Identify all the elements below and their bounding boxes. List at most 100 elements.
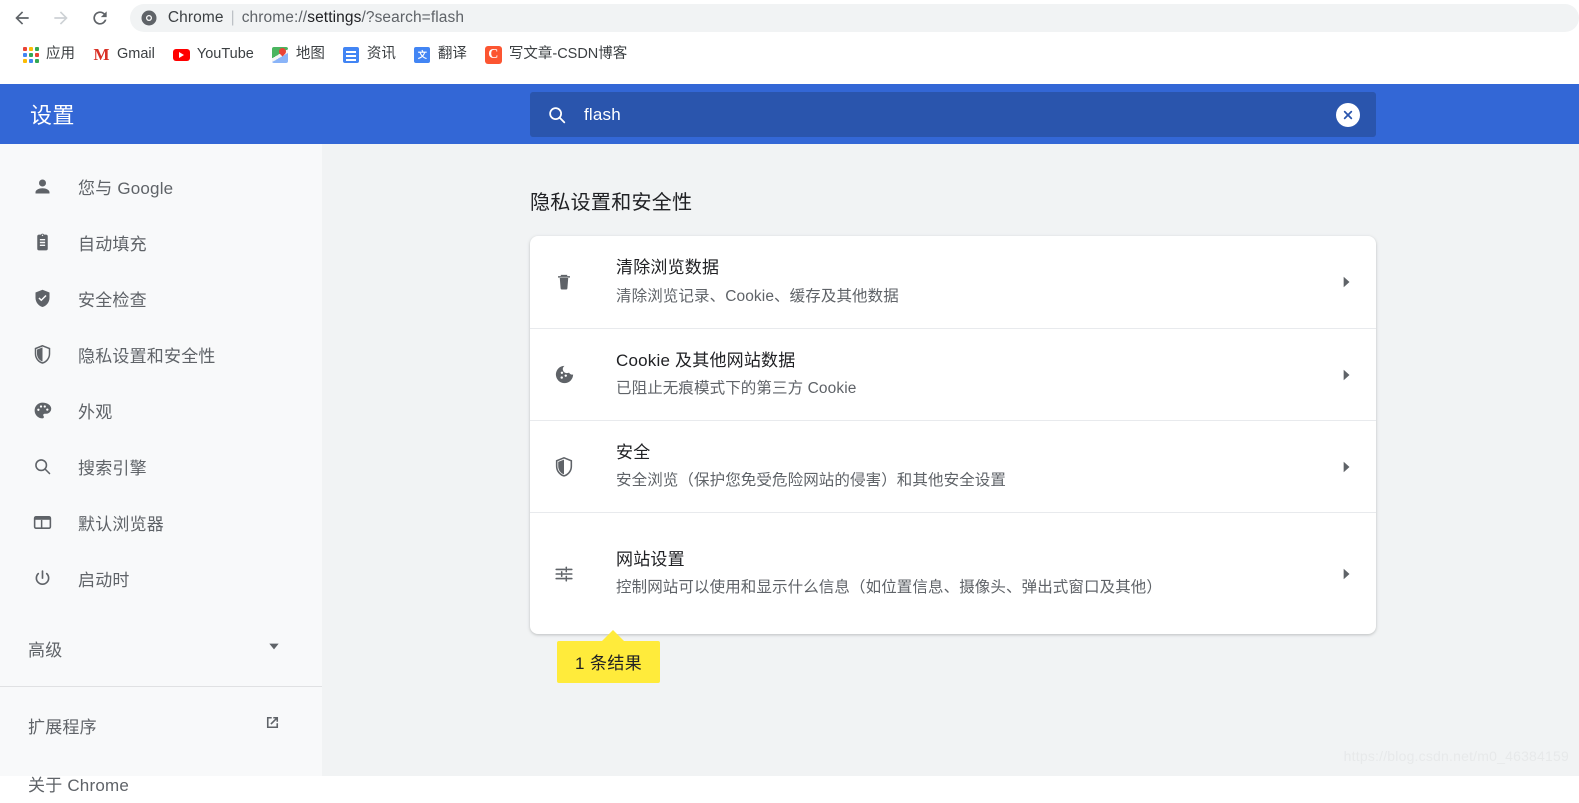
- settings-search-box[interactable]: flash: [530, 92, 1376, 137]
- settings-row-clear-browsing-data[interactable]: 清除浏览数据 清除浏览记录、Cookie、缓存及其他数据: [530, 236, 1376, 328]
- sidebar-item-label: 搜索引擎: [78, 458, 147, 478]
- omnibox-chip-label: Chrome: [167, 9, 224, 26]
- bookmark-maps[interactable]: 地图: [264, 42, 333, 68]
- sidebar-item-on-startup[interactable]: 启动时: [0, 558, 322, 598]
- sidebar-about-label: 关于 Chrome: [28, 775, 129, 795]
- settings-row-subtitle: 安全浏览（保护您免受危险网站的侵害）和其他安全设置: [616, 472, 1007, 490]
- sidebar-extensions-label: 扩展程序: [28, 717, 97, 737]
- sidebar-item-label: 您与 Google: [78, 178, 174, 198]
- power-icon: [31, 567, 53, 589]
- google-maps-icon: [272, 46, 289, 63]
- bookmark-gmail[interactable]: M Gmail: [85, 42, 163, 68]
- sidebar-item-label: 自动填充: [78, 234, 147, 254]
- page-title: 设置: [30, 103, 75, 128]
- omnibox-separator: |: [230, 9, 235, 26]
- omnibox-url-suffix: /?search=flash: [361, 9, 465, 26]
- omnibox-url-host: settings: [307, 9, 362, 26]
- section-title: 隐私设置和安全性: [530, 192, 693, 214]
- settings-row-subtitle: 已阻止无痕模式下的第三方 Cookie: [616, 380, 857, 398]
- cookie-icon: [552, 363, 576, 387]
- sidebar-item-you-and-google[interactable]: 您与 Google: [0, 166, 322, 206]
- chevron-right-icon[interactable]: [1336, 275, 1356, 289]
- forward-arrow-icon: [51, 8, 71, 28]
- bookmarks-bar: 应用 M Gmail YouTube 地图 资讯 文 翻译 C 写文章-CSDN…: [0, 36, 1579, 74]
- omnibox-text: Chrome | chrome://settings/?search=flash: [168, 9, 464, 27]
- chevron-down-icon: [266, 638, 282, 659]
- browser-window: Chrome | chrome://settings/?search=flash 应…: [0, 0, 1579, 795]
- sidebar-item-label: 外观: [78, 402, 113, 422]
- sidebar-item-safety-check[interactable]: 安全检查: [0, 278, 322, 318]
- settings-row-cookies[interactable]: Cookie 及其他网站数据 已阻止无痕模式下的第三方 Cookie: [530, 328, 1376, 420]
- settings-row-title: 清除浏览数据: [616, 258, 720, 278]
- chevron-right-icon[interactable]: [1336, 460, 1356, 474]
- settings-row-title: Cookie 及其他网站数据: [616, 350, 796, 370]
- clear-search-button[interactable]: [1336, 102, 1360, 127]
- browser-toolbar: Chrome | chrome://settings/?search=flash: [0, 0, 1579, 36]
- privacy-settings-card: 清除浏览数据 清除浏览记录、Cookie、缓存及其他数据 Cookie 及其他网…: [530, 236, 1376, 634]
- csdn-icon: C: [484, 45, 502, 64]
- sidebar-item-extensions[interactable]: 扩展程序: [0, 705, 322, 745]
- omnibox-url-prefix: chrome://: [241, 9, 308, 26]
- settings-row-security[interactable]: 安全 安全浏览（保护您免受危险网站的侵害）和其他安全设置: [530, 420, 1376, 512]
- chevron-right-icon[interactable]: [1336, 567, 1356, 581]
- reload-icon: [90, 8, 110, 28]
- sidebar-item-about-chrome[interactable]: 关于 Chrome: [0, 763, 322, 803]
- shield-half-icon: [552, 455, 576, 479]
- sidebar-divider: [0, 686, 322, 687]
- forward-button[interactable]: [45, 1, 78, 35]
- close-icon: [1343, 110, 1353, 119]
- omnibox[interactable]: Chrome | chrome://settings/?search=flash: [129, 4, 1579, 32]
- palette-icon: [31, 399, 53, 421]
- settings-row-text: 安全 安全浏览（保护您免受危险网站的侵害）和其他安全设置: [616, 440, 1336, 494]
- sidebar-item-label: 启动时: [78, 570, 130, 590]
- back-arrow-icon: [12, 8, 32, 28]
- settings-row-title: 安全: [616, 442, 651, 462]
- open-in-new-icon: [263, 713, 282, 737]
- apps-grid-icon: [22, 46, 39, 63]
- sidebar-item-appearance[interactable]: 外观: [0, 390, 322, 430]
- chevron-right-icon[interactable]: [1336, 368, 1356, 382]
- search-result-count-callout: 1 条结果: [557, 630, 661, 683]
- browser-window-icon: [31, 511, 53, 533]
- sidebar-advanced-label: 高级: [28, 640, 63, 660]
- sidebar-item-search-engine[interactable]: 搜索引擎: [0, 446, 322, 486]
- reload-button[interactable]: [83, 1, 116, 35]
- bookmark-label: Gmail: [117, 46, 155, 63]
- settings-row-text: 清除浏览数据 清除浏览记录、Cookie、缓存及其他数据: [616, 255, 1336, 309]
- google-news-icon: [343, 46, 360, 63]
- clipboard-icon: [31, 231, 53, 253]
- bookmark-youtube[interactable]: YouTube: [165, 42, 262, 68]
- bookmark-label: 资讯: [366, 46, 396, 63]
- settings-row-subtitle: 清除浏览记录、Cookie、缓存及其他数据: [616, 287, 899, 305]
- settings-row-site-settings[interactable]: 网站设置 控制网站可以使用和显示什么信息（如位置信息、摄像头、弹出式窗口及其他）: [530, 512, 1376, 634]
- chrome-favicon-icon: [140, 9, 158, 27]
- shield-half-icon: [31, 343, 53, 365]
- youtube-icon: [172, 46, 190, 63]
- bookmark-label: 应用: [46, 46, 75, 63]
- search-icon: [31, 455, 53, 477]
- bookmark-csdn[interactable]: C 写文章-CSDN博客: [477, 42, 635, 68]
- back-button[interactable]: [6, 1, 39, 35]
- sidebar-item-label: 默认浏览器: [78, 514, 164, 534]
- bookmark-news[interactable]: 资讯: [335, 42, 404, 68]
- bookmark-apps[interactable]: 应用: [14, 42, 83, 68]
- bookmark-label: 写文章-CSDN博客: [508, 46, 628, 63]
- bookmark-label: 翻译: [437, 46, 467, 63]
- trash-icon: [552, 270, 576, 294]
- search-input[interactable]: flash: [584, 105, 1336, 125]
- settings-row-text: 网站设置 控制网站可以使用和显示什么信息（如位置信息、摄像头、弹出式窗口及其他）: [616, 547, 1336, 601]
- google-translate-icon: 文: [414, 46, 431, 63]
- sidebar-item-advanced[interactable]: 高级: [0, 628, 322, 668]
- sidebar-item-label: 隐私设置和安全性: [78, 346, 216, 366]
- settings-row-subtitle: 控制网站可以使用和显示什么信息（如位置信息、摄像头、弹出式窗口及其他）: [616, 579, 1163, 597]
- search-icon: [530, 104, 584, 126]
- settings-row-text: Cookie 及其他网站数据 已阻止无痕模式下的第三方 Cookie: [616, 348, 1336, 402]
- bookmark-label: 地图: [295, 46, 325, 63]
- settings-sidebar: 您与 Google 自动填充 安全检查 隐私设置和安全性 外观 搜索引擎 默认浏…: [0, 144, 322, 795]
- shield-check-icon: [31, 287, 53, 309]
- sliders-icon: [552, 562, 576, 586]
- sidebar-item-autofill[interactable]: 自动填充: [0, 222, 322, 262]
- sidebar-item-default-browser[interactable]: 默认浏览器: [0, 502, 322, 542]
- sidebar-item-privacy-security[interactable]: 隐私设置和安全性: [0, 334, 322, 374]
- bookmark-translate[interactable]: 文 翻译: [406, 42, 475, 68]
